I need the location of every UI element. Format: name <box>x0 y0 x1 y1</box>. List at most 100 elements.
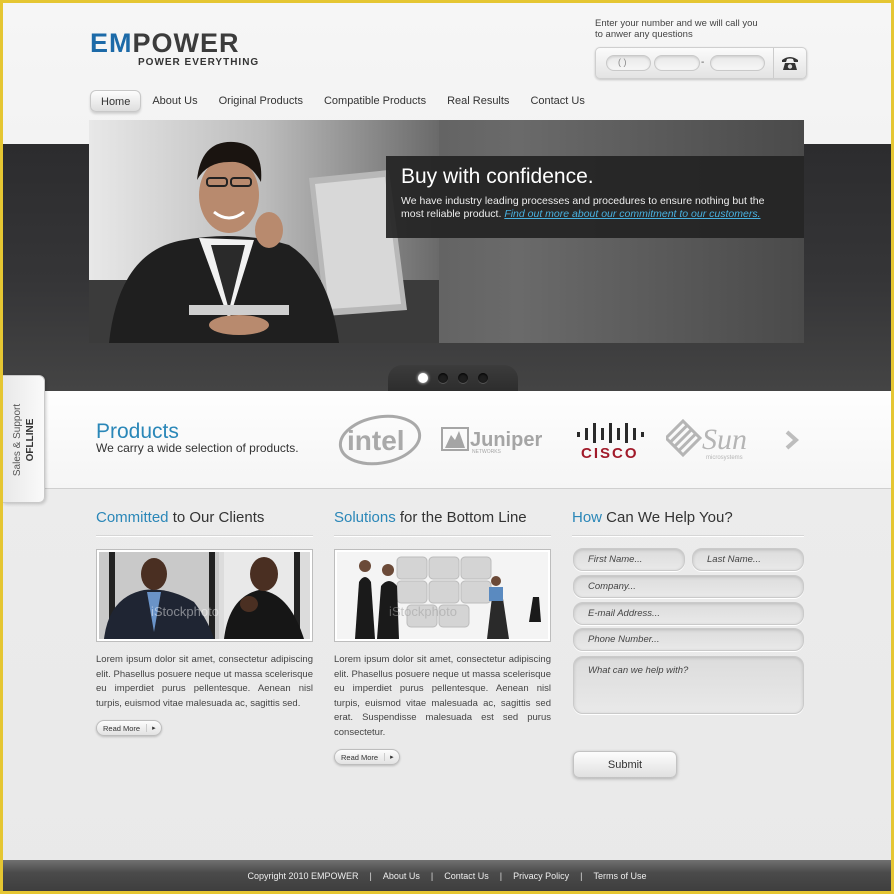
nav-compatible-products[interactable]: Compatible Products <box>314 90 436 112</box>
hero-caption: Buy with confidence. We have industry le… <box>386 156 804 238</box>
callback-widget: Enter your number and we will call you t… <box>595 18 807 79</box>
slide-dot-1[interactable] <box>418 373 428 383</box>
footer-separator: | <box>369 870 372 881</box>
slider-pagination <box>388 365 518 391</box>
phone-prefix-input[interactable] <box>654 55 700 71</box>
products-title: Products <box>96 420 179 443</box>
solutions-photo-image: iStockphoto <box>337 552 548 639</box>
committed-title-rest: to Our Clients <box>168 509 265 526</box>
sun-logo-text: Sun <box>702 423 747 456</box>
juniper-logo-text: Juniper <box>470 429 542 451</box>
form-title-highlight: How <box>572 509 603 526</box>
brand-juniper[interactable]: Juniper NETWORKS <box>441 425 551 460</box>
hero-text: We have industry leading processes and p… <box>401 195 789 221</box>
contact-form: How Can We Help You? Submit <box>572 509 804 778</box>
footer-copyright: Copyright 2010 EMPOWER <box>247 870 359 881</box>
footer-separator: | <box>430 870 434 881</box>
sales-support-label: Sales & Support <box>12 403 23 477</box>
juniper-sub-text: NETWORKS <box>472 449 502 455</box>
callback-text-line2: to anwer any questions <box>595 29 693 40</box>
call-me-button[interactable] <box>773 48 806 78</box>
slide-dot-3[interactable] <box>458 373 468 383</box>
callback-text-line1: Enter your number and we will call you <box>595 18 758 29</box>
callback-text: Enter your number and we will call you t… <box>595 18 807 40</box>
solutions-text: Lorem ipsum dolor sit amet, consectetur … <box>334 654 551 738</box>
footer-separator: | <box>499 870 503 881</box>
message-textarea[interactable] <box>573 656 804 714</box>
cisco-logo-icon: CISCO <box>577 423 644 462</box>
nav-real-results[interactable]: Real Results <box>437 90 519 112</box>
area-code-placeholder: ( ) <box>618 57 627 67</box>
company-input[interactable] <box>573 575 804 598</box>
solutions-title: Solutions for the Bottom Line <box>334 509 551 536</box>
nav-original-products[interactable]: Original Products <box>209 90 313 112</box>
juniper-logo-icon: Juniper NETWORKS <box>441 427 542 455</box>
clients-photo: iStockphoto <box>96 549 313 642</box>
submit-button[interactable]: Submit <box>573 751 677 778</box>
footer-separator: | <box>580 870 583 881</box>
intel-logo-text: intel <box>347 425 405 456</box>
phone-input[interactable] <box>573 628 804 651</box>
committed-text: Lorem ipsum dolor sit amet, consectetur … <box>96 654 313 709</box>
nav-contact-us[interactable]: Contact Us <box>520 90 594 112</box>
email-input[interactable] <box>573 602 804 625</box>
footer: Copyright 2010 EMPOWER | About Us | Cont… <box>3 860 891 891</box>
committed-column: Committed to Our Clients iStockphoto Lor… <box>96 509 313 736</box>
hero-slider: Buy with confidence. We have industry le… <box>89 120 804 343</box>
committed-title-highlight: Committed <box>96 509 169 526</box>
read-more-label: Read More <box>103 723 141 733</box>
sales-support-tab[interactable]: Sales & Support OFLLINE <box>3 375 45 503</box>
brand-intel[interactable]: intel <box>338 413 423 473</box>
play-arrow-icon: ▸ <box>146 724 161 732</box>
solutions-photo: iStockphoto <box>334 549 551 642</box>
first-name-input[interactable] <box>573 548 685 571</box>
clients-photo-image: iStockphoto <box>99 552 310 639</box>
logo-wordmark: EMPOWER <box>90 29 259 57</box>
slide-dot-4[interactable] <box>478 373 488 383</box>
hero-commitment-link[interactable]: Find out more about our commitment to ou… <box>504 208 760 220</box>
phone-line-input[interactable] <box>710 55 765 71</box>
sun-sub-text: microsystems <box>706 455 743 461</box>
nav-about-us[interactable]: About Us <box>142 90 207 112</box>
committed-title: Committed to Our Clients <box>96 509 313 536</box>
callback-phone-box: ( ) - <box>595 47 807 79</box>
chevron-right-icon <box>785 430 800 450</box>
form-title-rest: Can We Help You? <box>602 509 733 526</box>
logo-power: POWER <box>132 28 240 58</box>
solutions-photo-watermark: iStockphoto <box>389 604 457 619</box>
products-subtitle: We carry a wide selection of products. <box>96 441 299 455</box>
footer-link-about-us[interactable]: About Us <box>383 871 420 881</box>
slide-dot-2[interactable] <box>438 373 448 383</box>
solutions-read-more-button[interactable]: Read More ▸ <box>334 749 400 765</box>
telephone-icon <box>782 57 798 70</box>
play-arrow-icon: ▸ <box>384 753 399 761</box>
solutions-title-rest: for the Bottom Line <box>395 509 527 526</box>
footer-link-contact-us[interactable]: Contact Us <box>444 871 489 881</box>
nav-home[interactable]: Home <box>90 90 142 112</box>
hero-title: Buy with confidence. <box>401 165 594 188</box>
solutions-column: Solutions for the Bottom Line iStockphot… <box>334 509 551 765</box>
footer-link-terms-of-use[interactable]: Terms of Use <box>593 871 646 881</box>
brand-cisco[interactable]: CISCO <box>575 421 647 466</box>
phone-dash: - <box>701 57 705 68</box>
form-title: How Can We Help You? <box>572 509 804 536</box>
intel-logo-icon: intel <box>338 414 422 466</box>
products-strip: Products We carry a wide selection of pr… <box>3 391 891 489</box>
main-nav: Home About Us Original Products Compatib… <box>90 90 596 112</box>
brand-sun[interactable]: Sun microsystems <box>663 418 761 469</box>
footer-link-privacy-policy[interactable]: Privacy Policy <box>513 871 569 881</box>
carousel-next-button[interactable] <box>784 430 800 455</box>
solutions-title-highlight: Solutions <box>334 509 396 526</box>
last-name-input[interactable] <box>692 548 804 571</box>
page: EMPOWER POWER EVERYTHING Enter your numb… <box>3 3 891 891</box>
logo[interactable]: EMPOWER POWER EVERYTHING <box>90 29 259 68</box>
cisco-logo-text: CISCO <box>581 445 639 461</box>
sales-support-tab-text: Sales & Support OFLLINE <box>11 404 37 476</box>
logo-em: EM <box>90 28 133 58</box>
sun-logo-icon: Sun microsystems <box>663 418 747 461</box>
logo-tagline: POWER EVERYTHING <box>138 57 260 68</box>
committed-read-more-button[interactable]: Read More ▸ <box>96 720 162 736</box>
clients-photo-watermark: iStockphoto <box>151 604 219 619</box>
support-status: OFLLINE <box>25 418 36 462</box>
area-code-input[interactable]: ( ) <box>606 55 651 71</box>
